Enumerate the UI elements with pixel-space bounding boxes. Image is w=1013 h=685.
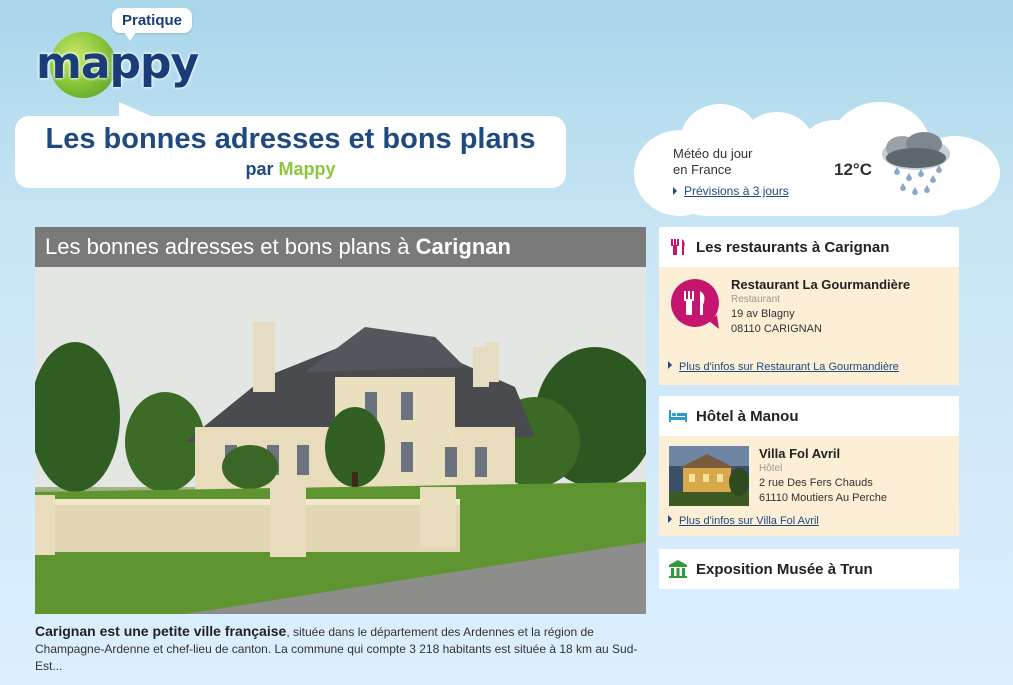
hotel-address1: 2 rue Des Fers Chauds	[759, 477, 873, 489]
hotel-more-link[interactable]: Plus d'infos sur Villa Fol Avril	[668, 515, 819, 527]
page-subtitle: par Mappy	[15, 158, 566, 180]
main-title-prefix: Les bonnes adresses et bons plans à	[45, 234, 410, 259]
hotel-title: Hôtel à Manou	[696, 407, 799, 425]
hotel-photo[interactable]	[669, 446, 749, 506]
exposition-header[interactable]: Exposition Musée à Trun	[659, 549, 959, 589]
restaurants-card: Les restaurants à Carignan Restaurant La…	[659, 227, 959, 385]
exposition-title: Exposition Musée à Trun	[696, 560, 873, 578]
restaurant-more-link[interactable]: Plus d'infos sur Restaurant La Gourmandi…	[668, 361, 899, 373]
page-title: Les bonnes adresses et bons plans	[45, 123, 536, 155]
city-description: Carignan est une petite ville française,…	[35, 623, 646, 675]
fork-knife-icon	[671, 239, 685, 255]
weather-line2: en France	[673, 162, 732, 177]
by-prefix: par	[245, 159, 274, 179]
house-photo	[35, 267, 646, 614]
mappy-logo[interactable]: mappy Pratique	[28, 8, 199, 103]
exposition-card: Exposition Musée à Trun	[659, 549, 959, 589]
hotel-header[interactable]: Hôtel à Manou	[659, 396, 959, 436]
description-lead: Carignan est une petite ville française	[35, 623, 287, 639]
header-bubble: Les bonnes adresses et bons plans par Ma…	[15, 102, 566, 188]
hotel-item: Villa Fol Avril Hôtel 2 rue Des Fers Cha…	[659, 436, 959, 536]
by-brand: Mappy	[278, 159, 336, 179]
main-title-city: Carignan	[415, 234, 511, 259]
temperature-value: 12°C	[834, 160, 872, 179]
restaurant-address1: 19 av Blagny	[731, 308, 795, 320]
hotel-address2: 61110 Moutiers Au Perche	[759, 492, 888, 504]
hotel-type: Hôtel	[759, 463, 783, 474]
forecast-link[interactable]: Prévisions à 3 jours	[673, 184, 789, 198]
rain-cloud-icon	[882, 132, 950, 195]
restaurant-name[interactable]: Restaurant La Gourmandière	[731, 277, 951, 293]
restaurant-item: Restaurant La Gourmandière Restaurant 19…	[659, 267, 959, 385]
restaurant-type: Restaurant	[731, 294, 780, 305]
bed-icon	[669, 410, 687, 422]
restaurant-address2: 08110 CARIGNAN	[731, 323, 822, 335]
hotel-name[interactable]: Villa Fol Avril	[759, 446, 954, 462]
restaurants-title: Les restaurants à Carignan	[696, 238, 890, 256]
restaurant-category-icon	[670, 279, 719, 329]
restaurants-header[interactable]: Les restaurants à Carignan	[659, 227, 959, 267]
weather-line1: Météo du jour	[673, 146, 753, 161]
museum-columns-icon	[669, 560, 687, 578]
pratique-tag: Pratique	[112, 8, 193, 41]
logo-wordmark: mappy	[36, 38, 199, 89]
hotel-card: Hôtel à Manou Villa Fol Avril Hôtel 2 ru…	[659, 396, 959, 536]
weather-label: Météo du jour en France	[673, 146, 753, 178]
main-title: Les bonnes adresses et bons plans à Cari…	[35, 227, 646, 267]
